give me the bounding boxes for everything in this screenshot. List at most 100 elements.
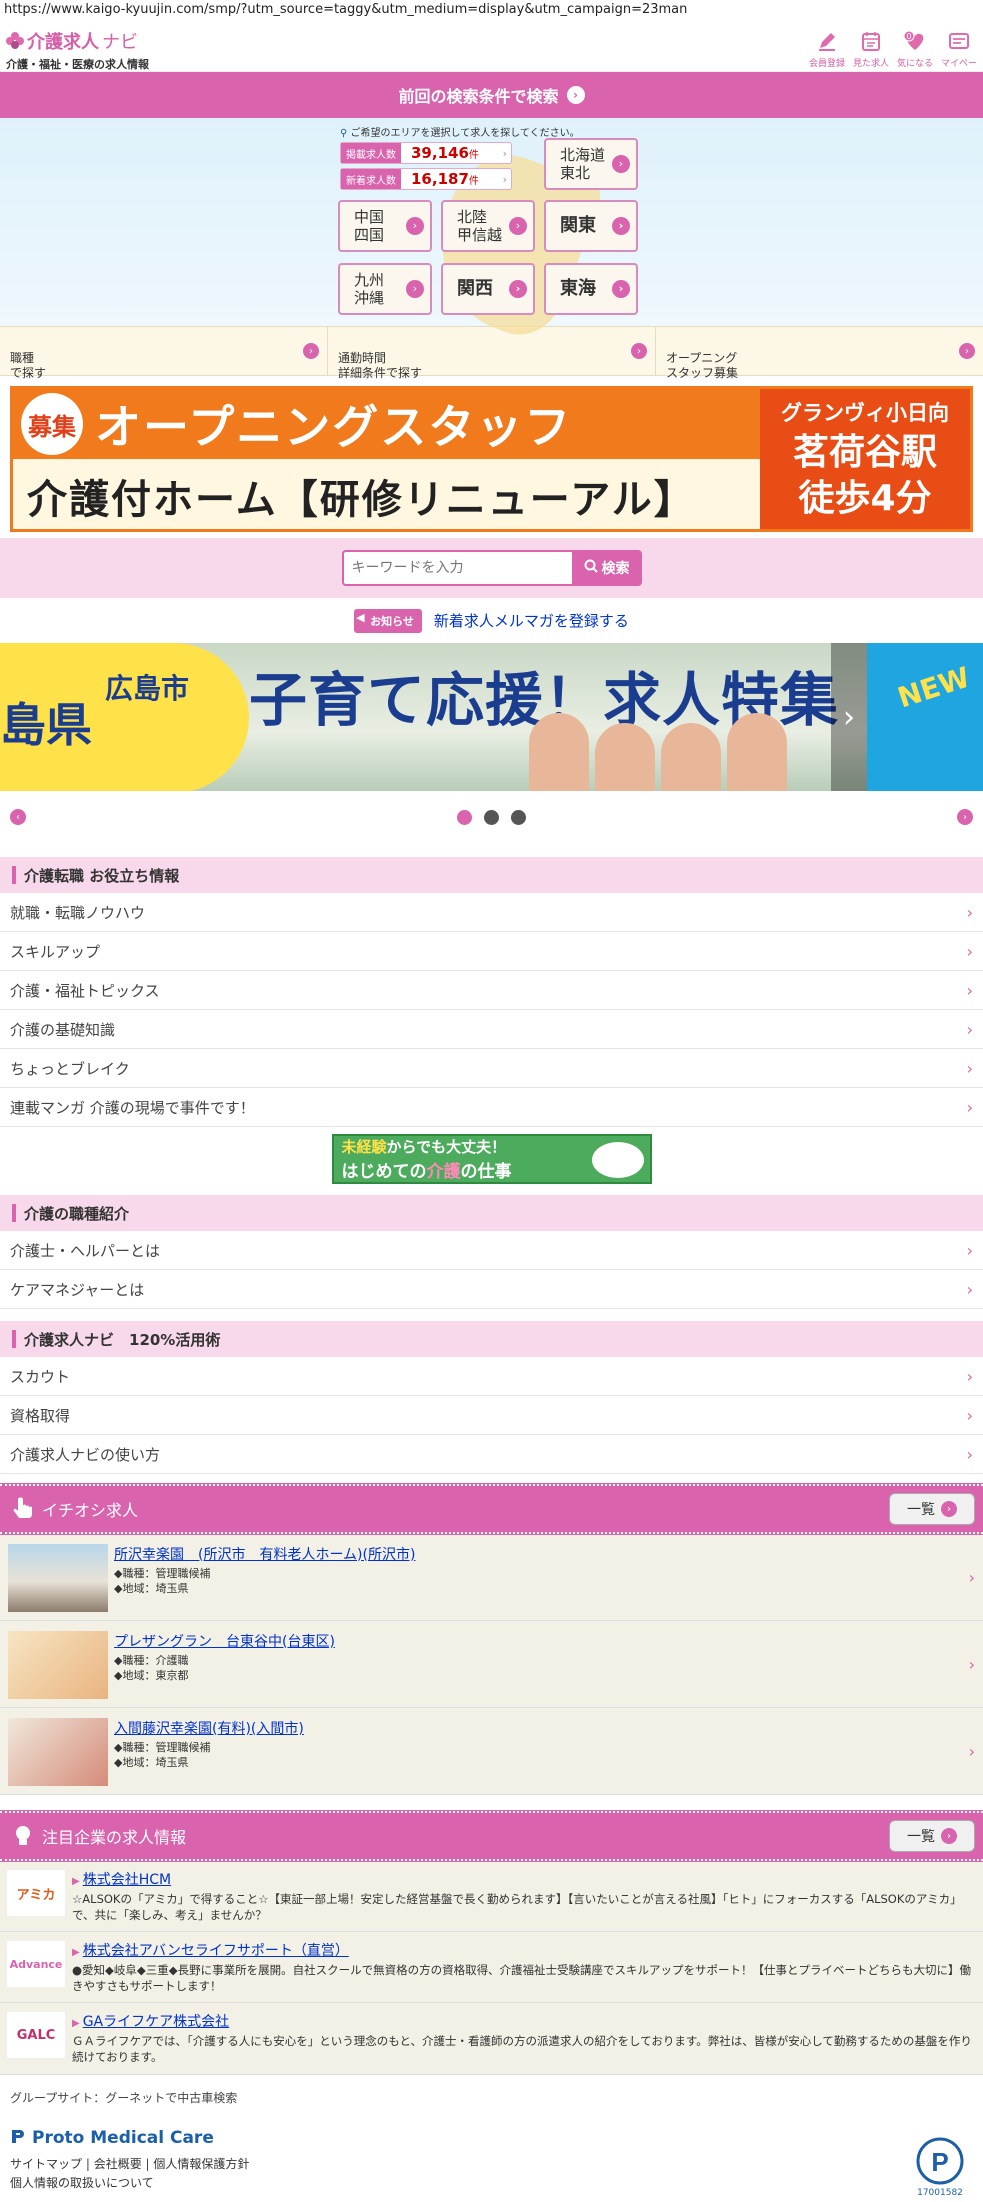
- featured-jobs-more-button[interactable]: 一覧 ›: [889, 1493, 975, 1525]
- banner-facility: グランヴィ小日向: [781, 401, 949, 425]
- mypage-label: マイページ: [940, 59, 977, 82]
- chevron-right-icon: ›: [968, 1568, 975, 1587]
- section-header-job-types: 介護の職種紹介: [0, 1195, 983, 1231]
- keyword-input[interactable]: [341, 550, 572, 586]
- mypage-button[interactable]: マイページ: [939, 28, 979, 82]
- chevron-right-icon: ›: [566, 86, 585, 104]
- viewed-jobs-button[interactable]: 見た求人: [851, 28, 891, 82]
- list-item[interactable]: ケアマネジャーとは ›: [0, 1270, 983, 1309]
- region-tokai[interactable]: 東海 ›: [544, 263, 638, 315]
- job-name[interactable]: 所沢幸楽園 (所沢市 有料老人ホーム)(所沢市): [114, 1544, 415, 1564]
- chevron-right-icon: ›: [631, 343, 647, 359]
- proto-medical-care-logo[interactable]: Proto Medical Care: [10, 2128, 973, 2149]
- job-name[interactable]: プレザングラン 台東谷中(台東区): [114, 1631, 335, 1651]
- search-by-commute[interactable]: 通勤時間 詳細条件で探す ›: [328, 327, 656, 380]
- privacy-policy-link[interactable]: 個人情報保護方針: [153, 2157, 249, 2171]
- carousel-prev-slide[interactable]: 島県: [0, 643, 99, 791]
- notice-row: ◀ お知らせ 新着求人メルマガを登録する: [0, 598, 983, 643]
- banner-walk: 徒歩4分: [798, 477, 932, 519]
- personal-info-link[interactable]: 個人情報の取扱いについて: [10, 2176, 154, 2190]
- carousel-city: 広島市: [105, 672, 190, 705]
- footer-links: サイトマップ | 会社概要 | 個人情報保護方針 個人情報の取扱いについて: [10, 2156, 250, 2190]
- total-jobs-label: 掲載求人数: [341, 143, 401, 163]
- company-name[interactable]: 株式会社アバンセライフサポート（直営）: [83, 1943, 349, 1959]
- chevron-right-icon: ›: [941, 1828, 957, 1844]
- site-logo[interactable]: 介護求人 ナビ 介護・福祉・医療の求人情報: [6, 28, 149, 72]
- job-card[interactable]: プレザングラン 台東谷中(台東区) ◆職種：介護職 ◆地域：東京都 ›: [0, 1621, 983, 1708]
- list-item[interactable]: 介護求人ナビの使い方 ›: [0, 1435, 983, 1474]
- carousel-dot[interactable]: [457, 809, 472, 825]
- list-item[interactable]: 介護の基礎知識 ›: [0, 1010, 983, 1049]
- site-header: 介護求人 ナビ 介護・福祉・医療の求人情報 会員登録 見た求人 0 気になる マ…: [0, 24, 983, 82]
- region-kansai[interactable]: 関西 ›: [441, 263, 535, 315]
- job-card[interactable]: 所沢幸楽園 (所沢市 有料老人ホーム)(所沢市) ◆職種：管理職候補 ◆地域：埼玉…: [0, 1534, 983, 1621]
- list-item[interactable]: 就職・転職ノウハウ ›: [0, 893, 983, 932]
- job-photo: [8, 1544, 108, 1612]
- new-jobs-count[interactable]: 新着求人数 16,187 件 ›: [340, 168, 512, 190]
- job-name[interactable]: 入間藤沢幸楽園(有料)(入間市): [114, 1718, 304, 1738]
- company-name[interactable]: 株式会社HCM: [83, 1872, 171, 1888]
- banner-subline: 介護付ホーム【研修リニューアル】: [27, 477, 696, 523]
- carousel-dot[interactable]: [511, 809, 526, 825]
- beginner-banner[interactable]: 未経験からでも大丈夫！ はじめての介護の仕事: [0, 1127, 983, 1191]
- chevron-right-icon: ›: [966, 1366, 973, 1386]
- list-item[interactable]: スカウト ›: [0, 1357, 983, 1396]
- chevron-right-icon: ›: [502, 146, 507, 160]
- chevron-right-icon: ›: [968, 1655, 975, 1674]
- newsletter-link[interactable]: 新着求人メルマガを登録する: [434, 610, 629, 631]
- company-item[interactable]: GALC ▶ GAライフケア株式会社 ＧＡライフケアでは、「介護する人にも安心を」…: [0, 2003, 983, 2075]
- area-note: ⚲ ご希望のエリアを選択して求人を探してください。: [340, 128, 580, 139]
- list-item[interactable]: 連載マンガ 介護の現場で事件です！ ›: [0, 1088, 983, 1127]
- sitemap-link[interactable]: サイトマップ: [10, 2157, 82, 2171]
- list-item[interactable]: 資格取得 ›: [0, 1396, 983, 1435]
- region-hokkaido-tohoku[interactable]: 北海道 東北 ›: [544, 138, 638, 190]
- region-hokuriku-koshinetsu[interactable]: 北陸 甲信越 ›: [441, 200, 535, 252]
- company-item[interactable]: Advance ▶ 株式会社アバンセライフサポート（直営） ●愛知◆岐阜◆三重◆長…: [0, 1932, 983, 2004]
- list-item[interactable]: 介護・福祉トピックス ›: [0, 971, 983, 1010]
- triangle-right-icon: ▶: [72, 2018, 80, 2030]
- carousel-dot[interactable]: [484, 809, 499, 825]
- carousel-next-slide[interactable]: NEW: [867, 643, 983, 791]
- carousel-prev-button[interactable]: ‹: [10, 809, 26, 825]
- search-opening-staff[interactable]: オープニング スタッフ募集 ›: [656, 327, 983, 380]
- region-kanto[interactable]: 関東 ›: [544, 200, 638, 252]
- job-types-list: 介護士・ヘルパーとは › ケアマネジャーとは ›: [0, 1231, 983, 1309]
- job-card[interactable]: 入間藤沢幸楽園(有料)(入間市) ◆職種：管理職候補 ◆地域：埼玉県 ›: [0, 1708, 983, 1795]
- region-chugoku-shikoku[interactable]: 中国 四国 ›: [338, 200, 432, 252]
- chevron-right-icon: ›: [509, 217, 527, 235]
- carousel-next-button[interactable]: ›: [957, 809, 973, 825]
- company-name[interactable]: GAライフケア株式会社: [83, 2014, 229, 2030]
- search-by-job-type[interactable]: 職種 で探す ›: [0, 327, 328, 380]
- job-photo: [8, 1718, 108, 1786]
- chevron-right-icon: ›: [612, 280, 630, 298]
- list-item[interactable]: スキルアップ ›: [0, 932, 983, 971]
- list-item[interactable]: 介護士・ヘルパーとは ›: [0, 1231, 983, 1270]
- featured-jobs-title: イチオシ求人: [42, 1501, 139, 1520]
- chevron-right-icon: ›: [966, 1279, 973, 1299]
- group-site-link[interactable]: グーネットで中古車検索: [105, 2091, 237, 2105]
- chevron-right-icon: ›: [502, 172, 507, 186]
- heart-icon: 0: [902, 28, 928, 54]
- company-info-link[interactable]: 会社概要: [94, 2157, 142, 2171]
- keyword-search-button[interactable]: 検索: [571, 550, 642, 586]
- carousel-current-slide[interactable]: 広島市 子育て応援！求人特集 ›: [99, 643, 867, 791]
- region-kyushu-okinawa[interactable]: 九州 沖縄 ›: [338, 263, 432, 315]
- register-button[interactable]: 会員登録: [807, 28, 847, 82]
- total-jobs-count[interactable]: 掲載求人数 39,146 件 ›: [340, 142, 512, 164]
- list-item[interactable]: ちょっとブレイク ›: [0, 1049, 983, 1088]
- company-item[interactable]: アミカ ▶ 株式会社HCM ☆ALSOKの「アミカ」で得すること☆【東証一部上場！…: [0, 1861, 983, 1933]
- chevron-right-icon: ›: [406, 280, 424, 298]
- companies-list: アミカ ▶ 株式会社HCM ☆ALSOKの「アミカ」で得すること☆【東証一部上場！…: [0, 1861, 983, 2075]
- feature-carousel: 島県 広島市 子育て応援！求人特集 › NEW: [0, 643, 983, 791]
- companies-more-button[interactable]: 一覧 ›: [889, 1820, 975, 1852]
- lightbulb-icon: [10, 1823, 36, 1849]
- opening-staff-banner[interactable]: 募集 オープニングスタッフ 介護付ホーム【研修リニューアル】 グランヴィ小日向 …: [10, 386, 973, 532]
- pointing-hand-icon: [10, 1496, 36, 1522]
- section-header-useful-info: 介護転職 お役立ち情報: [0, 857, 983, 893]
- chevron-right-icon: ›: [966, 980, 973, 1000]
- chevron-right-icon[interactable]: ›: [831, 643, 867, 791]
- keyword-search: 検索: [0, 538, 983, 598]
- favorites-button[interactable]: 0 気になる: [895, 28, 935, 82]
- chevron-right-icon: ›: [959, 343, 975, 359]
- browser-url[interactable]: https://www.kaigo-kyuujin.com/smp/?utm_s…: [0, 0, 983, 24]
